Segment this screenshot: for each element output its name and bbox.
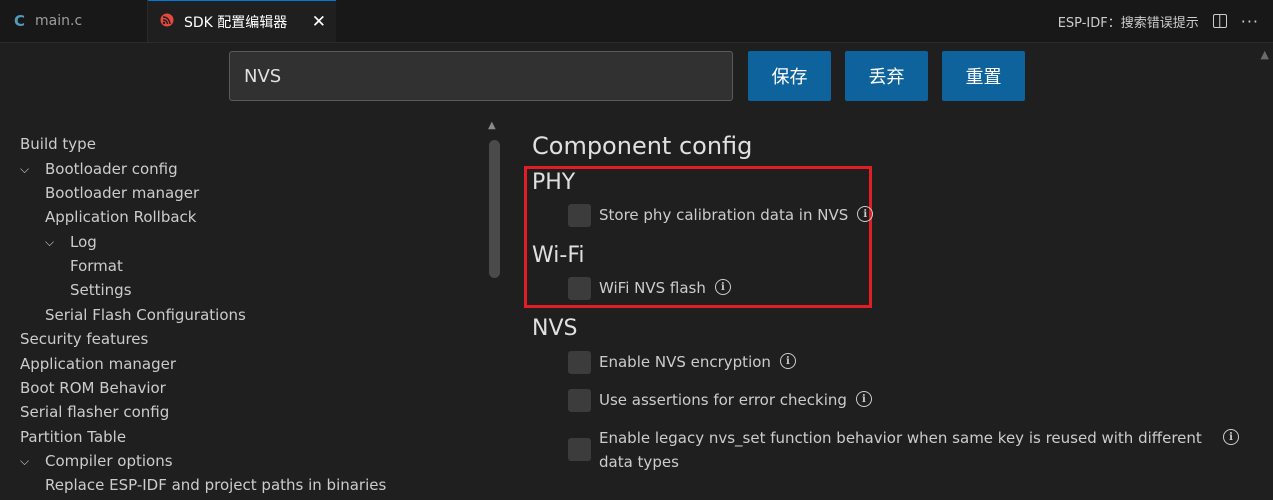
section-heading-nvs: NVS	[532, 316, 578, 341]
checkbox[interactable]	[568, 389, 591, 412]
tab-bar: C main.c SDK 配置编辑器 ✕ ESP-IDF：搜索错误提示 ···	[0, 0, 1273, 43]
checkbox[interactable]	[568, 277, 591, 300]
tree-item-label: Compiler options	[45, 452, 173, 470]
tree-item[interactable]: Build type	[20, 132, 96, 156]
tree-item[interactable]: Format	[70, 254, 123, 278]
search-input[interactable]	[229, 51, 733, 101]
tree-item[interactable]: Partition Table	[20, 425, 126, 449]
tree-item[interactable]: Compiler options	[45, 449, 173, 473]
save-button[interactable]: 保存	[748, 51, 831, 101]
option-row: Enable legacy nvs_set function behavior …	[568, 429, 1240, 474]
tree-item[interactable]: Serial Flash Configurations	[45, 303, 246, 327]
option-label: WiFi NVS flash	[599, 279, 706, 297]
tree-item[interactable]: Application Rollback	[45, 205, 197, 229]
info-icon[interactable]: i	[855, 391, 872, 407]
tree-item-label: Bootloader config	[45, 160, 178, 178]
info-icon[interactable]: i	[1223, 429, 1239, 445]
tree-item[interactable]: Security features	[20, 327, 148, 351]
tree-item[interactable]: Log	[70, 230, 97, 254]
tree-item-label: Build type	[20, 135, 96, 153]
option-row: WiFi NVS flash i	[568, 277, 731, 300]
close-icon[interactable]: ✕	[312, 12, 326, 32]
chevron-down-icon[interactable]: ⌵	[20, 449, 34, 473]
checkbox[interactable]	[568, 204, 591, 227]
discard-button[interactable]: 丢弃	[845, 51, 928, 101]
tree-item-label: Security features	[20, 330, 149, 348]
tree-item-label: Application manager	[20, 355, 176, 373]
tab-sdk-config-editor[interactable]: SDK 配置编辑器 ✕	[148, 0, 336, 42]
espressif-logo-icon	[160, 13, 174, 31]
tree-item[interactable]: Serial flasher config	[20, 400, 169, 424]
tree-item-label: Log	[70, 233, 97, 251]
tree-item[interactable]: Boot ROM Behavior	[20, 376, 166, 400]
tree-item-label: Replace ESP-IDF and project paths in bin…	[45, 476, 387, 494]
esp-idf-search-error-hint[interactable]: ESP-IDF：搜索错误提示	[1058, 12, 1199, 31]
tree-item[interactable]: Application manager	[20, 352, 176, 376]
c-file-icon: C	[14, 12, 26, 30]
checkbox[interactable]	[568, 351, 591, 374]
scroll-up-arrow-icon[interactable]: ▲	[488, 120, 496, 131]
tab-label: SDK 配置编辑器	[184, 14, 288, 31]
tree-item[interactable]: Bootloader manager	[45, 181, 199, 205]
tree-item[interactable]: Bootloader config	[45, 157, 178, 181]
reset-button[interactable]: 重置	[942, 51, 1025, 101]
option-row: Enable NVS encryption i	[568, 351, 796, 374]
info-icon[interactable]: i	[857, 206, 874, 222]
tree-item[interactable]: Settings	[70, 278, 132, 302]
option-label: Enable legacy nvs_set function behavior …	[599, 429, 1202, 471]
tree-item-label: Serial Flash Configurations	[45, 306, 246, 324]
section-heading-component-config: Component config	[532, 132, 753, 160]
sidebar-scrollbar-thumb[interactable]	[489, 140, 500, 278]
tree-item-label: Boot ROM Behavior	[20, 379, 166, 397]
tree-item-label: Settings	[70, 281, 132, 299]
option-row: Use assertions for error checking i	[568, 389, 872, 412]
section-heading-wifi: Wi-Fi	[532, 243, 585, 268]
chevron-down-icon[interactable]: ⌵	[20, 157, 34, 181]
tree-item[interactable]: Replace ESP-IDF and project paths in bin…	[45, 473, 386, 497]
tree-item-label: Bootloader manager	[45, 184, 200, 202]
tree-item-label: Format	[70, 257, 123, 275]
option-label: Store phy calibration data in NVS	[599, 206, 849, 224]
tab-main-c[interactable]: C main.c	[0, 0, 148, 42]
option-label: Enable NVS encryption	[599, 353, 771, 371]
tab-label: main.c	[35, 13, 83, 29]
checkbox[interactable]	[568, 438, 591, 461]
tree-item-label: Partition Table	[20, 428, 127, 446]
more-actions-icon[interactable]: ···	[1241, 12, 1259, 31]
option-label: Use assertions for error checking	[599, 391, 847, 409]
info-icon[interactable]: i	[714, 279, 731, 295]
tree-item-label: Serial flasher config	[20, 403, 170, 421]
option-row: Store phy calibration data in NVS i	[568, 204, 874, 227]
tree-item-label: Application Rollback	[45, 208, 197, 226]
chevron-down-icon[interactable]: ⌵	[45, 230, 59, 254]
split-editor-icon[interactable]	[1212, 14, 1227, 28]
scroll-up-arrow-icon[interactable]: ▲	[1261, 48, 1269, 61]
section-heading-phy: PHY	[532, 170, 576, 195]
info-icon[interactable]: i	[779, 353, 796, 369]
